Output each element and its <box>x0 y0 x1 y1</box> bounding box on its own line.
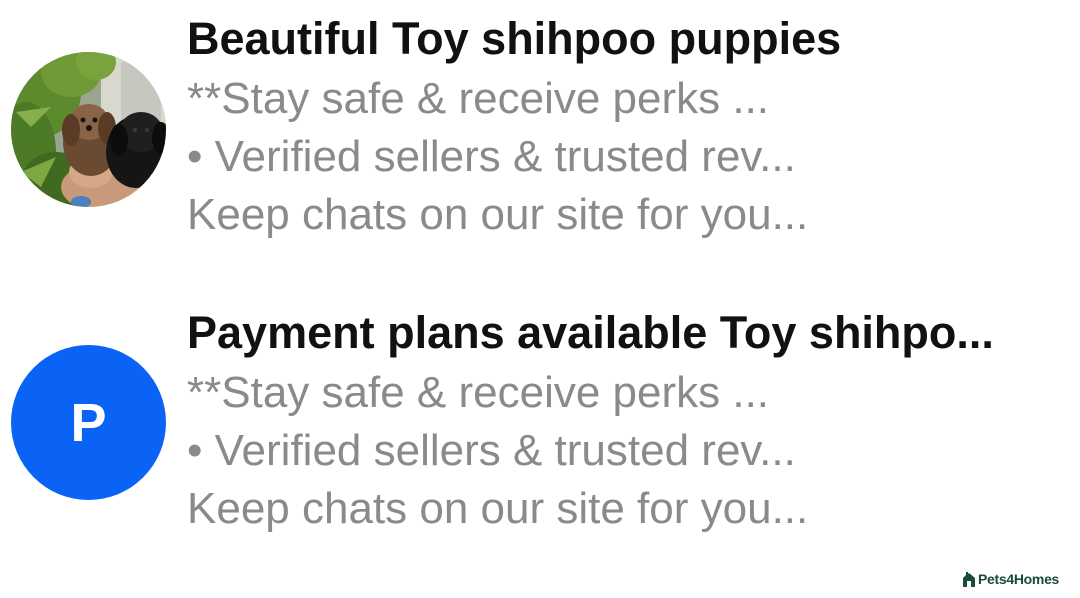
conversation-item[interactable]: P Payment plans available Toy shihpo... … <box>0 302 1080 552</box>
brand-name: Pets4Homes <box>978 571 1060 587</box>
message-preview-line: • Verified sellers & trusted rev... <box>187 132 796 181</box>
message-preview-line: Keep chats on our site for you... <box>187 190 809 239</box>
conversation-text: Beautiful Toy shihpoo puppies **Stay saf… <box>187 8 1067 244</box>
puppies-photo <box>11 52 166 207</box>
conversation-title: Payment plans available Toy shihpo... <box>187 307 994 358</box>
avatar-initial-letter: P <box>70 392 107 453</box>
conversation-avatar-initial: P <box>11 345 166 500</box>
message-preview-line: • Verified sellers & trusted rev... <box>187 426 796 475</box>
pets4homes-logo-icon <box>962 570 976 588</box>
message-preview-line: Keep chats on our site for you... <box>187 484 809 533</box>
message-preview-line: **Stay safe & receive perks ... <box>187 368 770 417</box>
conversation-list: Beautiful Toy shihpoo puppies **Stay saf… <box>0 0 1080 598</box>
conversation-text: Payment plans available Toy shihpo... **… <box>187 302 1067 538</box>
message-preview-line: **Stay safe & receive perks ... <box>187 74 770 123</box>
conversation-title: Beautiful Toy shihpoo puppies <box>187 13 842 64</box>
pets4homes-watermark: Pets4Homes <box>962 568 1059 590</box>
conversation-avatar-photo <box>11 52 166 207</box>
conversation-item[interactable]: Beautiful Toy shihpoo puppies **Stay saf… <box>0 8 1080 258</box>
